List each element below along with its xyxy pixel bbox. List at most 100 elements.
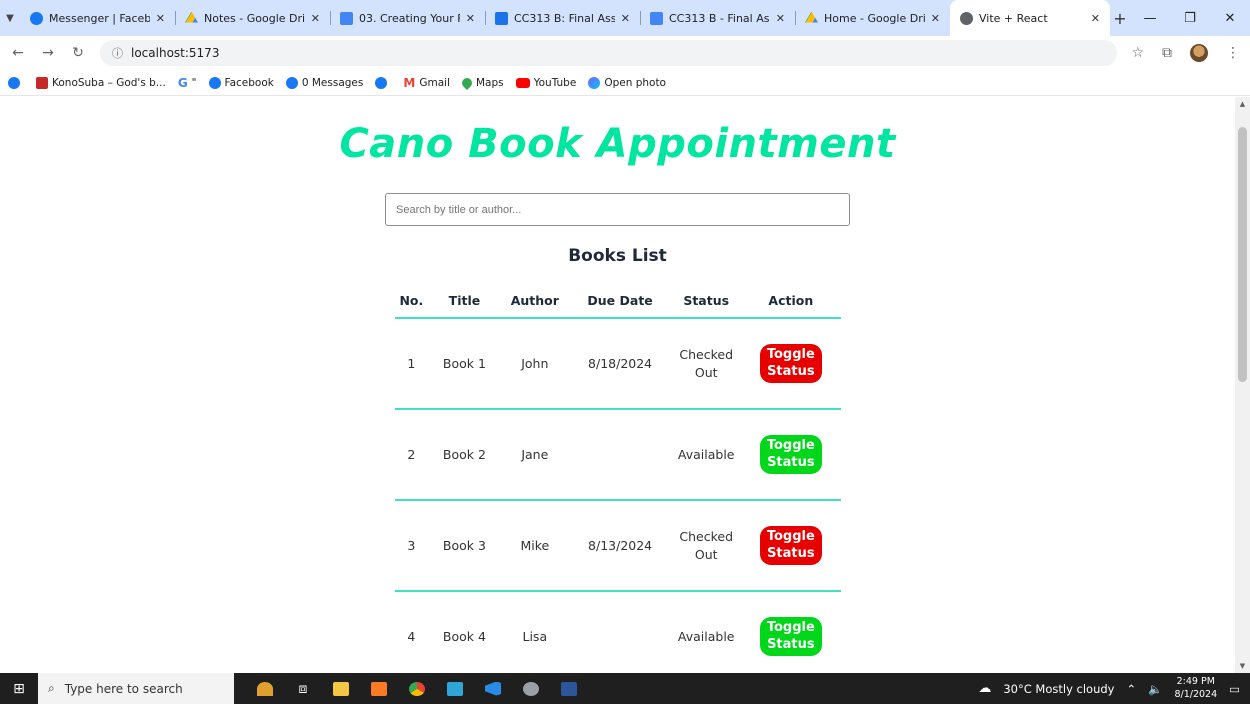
tab-label: CC313 B: Final Asses [514,11,615,25]
close-window-button[interactable]: ✕ [1210,0,1250,36]
tab-list: Messenger | Faceboo✕Notes - Google Drive… [20,0,1110,36]
chrome-icon[interactable] [400,673,434,704]
facebook-icon [285,76,298,89]
column-header: Action [741,284,841,319]
clock[interactable]: 2:49 PM 8/1/2024 [1174,676,1217,701]
word-icon[interactable] [552,673,586,704]
paint-brush-icon[interactable] [514,673,548,704]
taskbar-apps: ⧈ [248,673,586,704]
browser-tab[interactable]: Messenger | Faceboo ✕ [20,0,175,36]
new-tab-button[interactable]: + [1110,0,1130,36]
column-header: Status [671,284,742,319]
bookmark-item[interactable] [375,76,391,89]
column-header: Title [428,284,501,319]
extensions-puzzle-icon[interactable]: ⧉ [1162,45,1172,61]
clock-time: 2:49 PM [1176,676,1215,688]
back-arrow-icon[interactable]: ← [10,45,26,61]
bookmarks-bar: KonoSuba – God's b... G " Facebook 0 Message… [0,70,1250,96]
bookmark-item[interactable] [8,76,24,89]
cell-action: Toggle Status [741,500,841,592]
google-docs-icon [650,11,663,25]
bookmark-label: Gmail [419,76,450,89]
cell-status: Checked Out [671,318,742,410]
toggle-status-button[interactable]: Toggle Status [759,617,822,656]
bookmark-item[interactable]: YouTube [515,77,576,89]
browser-tab[interactable]: Notes - Google Drive ✕ [175,0,330,36]
bookmark-item[interactable]: KonoSuba – God's b... [36,76,166,89]
browser-tab[interactable]: 03. Creating Your Fir ✕ [330,0,485,36]
cell-action: Toggle Status [741,409,841,501]
xampp-icon[interactable] [362,673,396,704]
windows-start-icon[interactable]: ⊞ [0,673,38,704]
maximize-button[interactable]: ❐ [1170,0,1210,36]
tab-close-icon[interactable]: ✕ [776,12,785,25]
scroll-down-arrow-icon[interactable]: ▼ [1235,659,1250,673]
tab-close-icon[interactable]: ✕ [931,12,940,25]
system-tray: ☁ 30°C Mostly cloudy ⌃ 🔈 2:49 PM 8/1/202… [978,676,1250,701]
windows-taskbar: ⊞ ⌕ Type here to search ⧈ ☁ 30°C Mostly … [0,673,1250,704]
tab-label: Vite + React [979,11,1048,25]
cell-action: Toggle Status [741,318,841,410]
minimize-button[interactable]: — [1130,0,1170,36]
taskbar-search-box[interactable]: ⌕ Type here to search [38,673,234,704]
page-scrollbar[interactable]: ▲ ▼ [1235,97,1250,673]
table-row: 1 Book 1 John 8/18/2024 Checked Out Toggle St… [394,318,841,410]
toggle-status-button[interactable]: Toggle Status [759,526,822,565]
bookmark-label: 0 Messages [301,76,364,89]
bookmark-item[interactable]: M Gmail [403,76,450,90]
tab-search-chevron-icon[interactable]: ▼ [0,0,20,36]
weather-hat-icon[interactable] [248,673,282,704]
cell-status: Checked Out [671,500,742,592]
browser-tab[interactable]: Vite + React ✕ [950,0,1110,36]
browser-tab-strip: ▼ Messenger | Faceboo✕Notes - Google Dri… [0,0,1250,36]
toggle-status-button[interactable]: Toggle Status [759,344,822,383]
cell-author: John [500,318,569,410]
toggle-status-button[interactable]: Toggle Status [759,435,822,474]
tab-close-icon[interactable]: ✕ [311,12,320,25]
cell-title: Book 4 [428,591,501,673]
app-blue-icon[interactable] [438,673,472,704]
site-info-icon[interactable]: ⓘ [112,45,123,61]
browser-tab[interactable]: CC313 B - Final Asse ✕ [640,0,795,36]
address-url: localhost:5173 [131,46,220,60]
task-view-icon[interactable]: ⧈ [286,673,320,704]
volume-icon[interactable]: 🔈 [1148,682,1162,696]
photo-icon [588,76,601,89]
notifications-icon[interactable]: ▭ [1229,682,1240,696]
menu-kebab-icon[interactable]: ⋮ [1226,45,1240,61]
konosuba-icon [36,76,48,89]
profile-avatar[interactable] [1190,44,1208,62]
scrollbar-thumb[interactable] [1238,127,1247,382]
bookmark-star-icon[interactable]: ☆ [1131,45,1144,61]
search-icon: ⌕ [48,681,55,695]
weather-cloud-icon[interactable]: ☁ [978,681,991,696]
file-explorer-icon[interactable] [324,673,358,704]
scroll-up-arrow-icon[interactable]: ▲ [1235,97,1250,111]
search-input[interactable] [385,193,850,226]
bookmark-item[interactable]: G " [178,76,197,90]
tab-close-icon[interactable]: ✕ [621,12,630,25]
forward-arrow-icon[interactable]: → [40,45,56,61]
cell-title: Book 2 [428,409,501,501]
cell-author: Lisa [500,591,569,673]
weather-text[interactable]: 30°C Mostly cloudy [1003,682,1114,696]
browser-tab[interactable]: Home - Google Drive ✕ [795,0,950,36]
cell-due-date [568,409,672,501]
tab-close-icon[interactable]: ✕ [156,12,165,25]
cell-no: 2 [394,409,429,501]
google-icon: G [177,75,188,90]
bookmark-item[interactable]: 0 Messages [285,76,364,89]
bookmark-item[interactable]: Maps [459,75,504,90]
address-bar[interactable]: ⓘ localhost:5173 [100,40,1118,66]
reload-icon[interactable]: ↻ [70,45,86,61]
vscode-icon[interactable] [476,673,510,704]
cell-author: Mike [500,500,569,592]
browser-tab[interactable]: CC313 B: Final Asses ✕ [485,0,640,36]
page-viewport: Cano Book Appointment Books List No.Titl… [0,97,1250,673]
tab-close-icon[interactable]: ✕ [466,12,475,25]
bookmark-item[interactable]: Open photo [588,76,666,89]
tab-close-icon[interactable]: ✕ [1091,12,1100,25]
table-row: 4 Book 4 Lisa Available Toggle Status [394,591,841,673]
bookmark-item[interactable]: Facebook [208,76,274,89]
tray-chevron-up-icon[interactable]: ⌃ [1126,682,1136,696]
